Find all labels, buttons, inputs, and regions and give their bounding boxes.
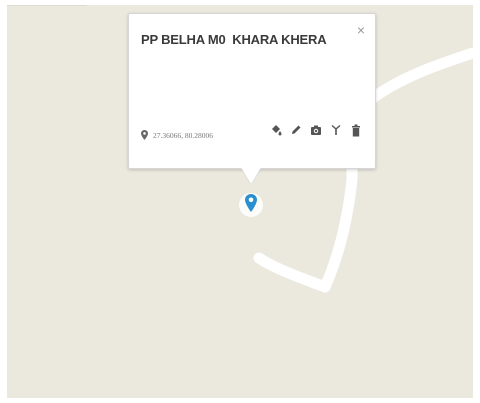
popup-title: PP BELHA M0 KHARA KHERA [141,32,327,47]
page: PP BELHA M0 KHARA KHERA × 27.36066, 80.2… [0,0,480,403]
road-branch [253,252,331,293]
pencil-icon[interactable] [289,122,303,138]
location-pin-icon [141,130,148,140]
coordinates-text: 27.36066, 80.28006 [153,130,213,140]
antenna-icon[interactable] [329,122,343,138]
popup-toolbar [269,122,363,138]
camera-icon[interactable] [309,122,323,138]
info-popup: PP BELHA M0 KHARA KHERA × 27.36066, 80.2… [128,13,376,169]
map-marker-icon[interactable] [238,188,264,222]
trash-icon[interactable] [349,122,363,138]
paint-bucket-icon[interactable] [269,122,283,138]
popup-tail [240,166,262,184]
coordinates-row: 27.36066, 80.28006 [141,128,213,142]
close-button[interactable]: × [357,22,365,38]
